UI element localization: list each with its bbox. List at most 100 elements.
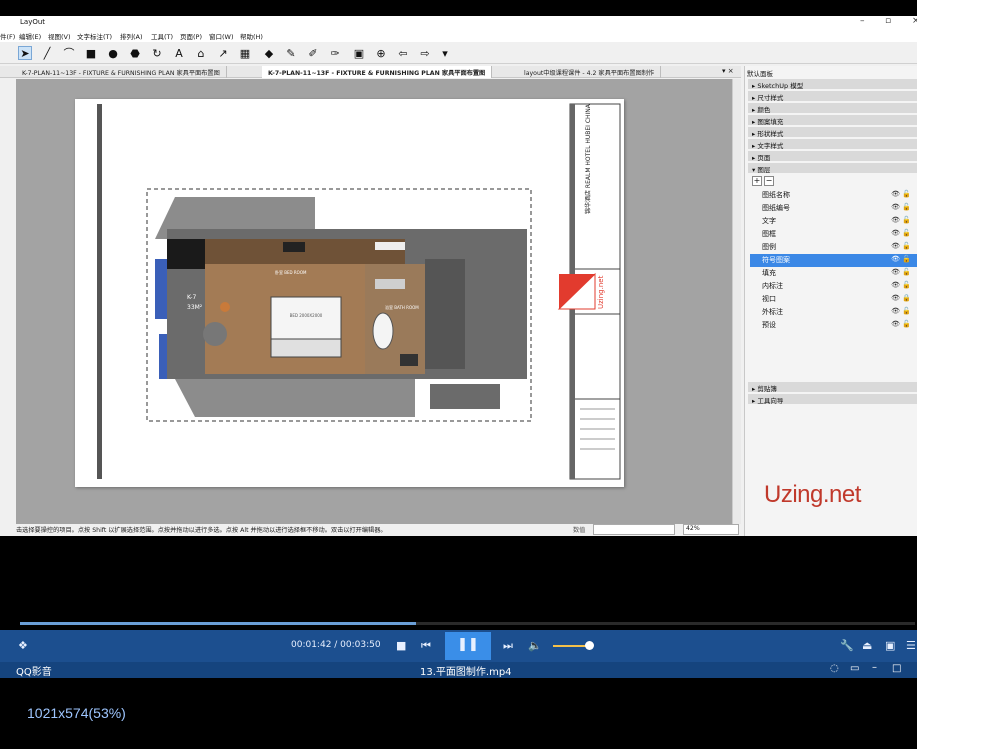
tab-doc-1[interactable]: K-7-PLAN-11~13F - FIXTURE & FURNISHING P… (16, 66, 227, 78)
layer-item[interactable]: 填充 👁 🔓 (750, 267, 917, 280)
visibility-lock-icon: 👁 🔓 (891, 268, 911, 276)
menu-tools[interactable]: 工具(T) (151, 31, 173, 41)
visibility-lock-icon: 👁 🔓 (891, 190, 911, 198)
bathroom-label: 浴室 BATH ROOM (385, 304, 419, 310)
chevron-down-icon[interactable]: ▾ (438, 46, 452, 60)
player-control-bar: ❖ 00:01:42 / 00:03:50 ■ ⏮ ❚❚ ⏭ 🔈 🔧 ⏏ ▣ ☰ (0, 630, 917, 662)
join-icon[interactable]: ✑ (328, 46, 342, 60)
menu-arrange[interactable]: 排列(A) (120, 31, 143, 41)
measure-label: 数值 (573, 527, 586, 534)
layer-item[interactable]: 文字 👁 🔓 (750, 215, 917, 228)
layer-item[interactable]: 图框 👁 🔓 (750, 228, 917, 241)
offset-icon[interactable]: ↻ (150, 46, 164, 60)
wrench-icon[interactable]: 🔧 (840, 639, 854, 652)
menu-help[interactable]: 帮助(H) (240, 31, 263, 41)
time-display: 00:01:42 / 00:03:50 (291, 640, 381, 650)
menu-bar: 件(F) 编辑(E) 视图(V) 文字标注(T) 排列(A) 工具(T) 页面(… (0, 30, 917, 42)
add-layer-button[interactable]: + (752, 176, 762, 186)
close-icon[interactable]: × (912, 16, 917, 26)
next-track-icon[interactable]: ⏭ (503, 639, 513, 653)
volume-slider[interactable] (553, 645, 589, 647)
add-page-icon[interactable]: ⊕ (374, 46, 388, 60)
room-tag: K-7 (187, 294, 196, 301)
menu-edit[interactable]: 编辑(E) (19, 31, 41, 41)
drawing-canvas[interactable]: BED 2000X2000 K-7 33M² 卧室 BED ROOM 浴室 BA… (16, 79, 732, 524)
title-bar: LayOut – ▫ × (0, 16, 917, 30)
section-pages[interactable]: ▸ 页面 (748, 151, 917, 162)
player-brand: QQ影音 (16, 667, 52, 678)
section-pattern-fill[interactable]: ▸ 图案填充 (748, 115, 917, 126)
screen-icon[interactable]: ▭ (850, 663, 859, 674)
zoom-select[interactable]: 42% (683, 524, 739, 535)
layer-item[interactable]: 图纸名称 👁 🔓 (750, 189, 917, 202)
minimize-icon[interactable]: – (860, 16, 865, 26)
section-colors[interactable]: ▸ 颜色 (748, 103, 917, 114)
label-icon[interactable]: ⌂ (194, 46, 208, 60)
tab-doc-3[interactable]: layout中级课程课件 - 4.2 家具平面布置图制作 (518, 66, 662, 78)
eject-icon[interactable]: ⏏ (862, 639, 872, 652)
layer-item[interactable]: 预设 👁 🔓 (750, 319, 917, 332)
minimize-player-icon[interactable]: – (872, 662, 877, 673)
seek-bar-fill (20, 622, 417, 625)
tab-menu-icon[interactable]: ▾ × (722, 67, 734, 75)
section-layers[interactable]: ▾ 图层 (748, 163, 917, 174)
table-icon[interactable]: ▦ (238, 46, 252, 60)
rectangle-icon[interactable]: ■ (84, 46, 98, 60)
section-scrapbooks[interactable]: ▸ 剪贴簿 (748, 382, 917, 393)
menu-icon[interactable]: ☰ (906, 639, 916, 652)
section-instructor[interactable]: ▸ 工具向导 (748, 394, 917, 405)
bed-label: BED 2000X2000 (290, 313, 323, 318)
menu-text[interactable]: 文字标注(T) (77, 31, 112, 41)
menu-window[interactable]: 窗口(W) (209, 31, 234, 41)
presentation-icon[interactable]: ▣ (352, 46, 366, 60)
layer-item-active[interactable]: 符号图案 👁 🔓 (750, 254, 917, 267)
layer-item[interactable]: 图例 👁 🔓 (750, 241, 917, 254)
next-page-icon[interactable]: ⇨ (418, 46, 432, 60)
text-icon[interactable]: A (172, 46, 186, 60)
volume-handle[interactable] (585, 641, 594, 650)
pencil-line-icon[interactable]: ╱ (40, 46, 54, 60)
remove-layer-button[interactable]: − (764, 176, 774, 186)
tray-panel: 默认面板 ▸ SketchUp 模型 ▸ 尺寸样式 ▸ 颜色 ▸ 图案填充 ▸ … (744, 66, 917, 536)
volume-icon[interactable]: 🔈 (528, 639, 542, 652)
polygon-icon[interactable]: ⬣ (128, 46, 142, 60)
circle-icon[interactable]: ● (106, 46, 120, 60)
maximize-icon[interactable]: ▫ (885, 16, 891, 26)
playlist-icon[interactable]: ▣ (885, 639, 895, 652)
status-bar: 击选择要操控的项目。点按 Shift 以扩展选择范围。点按并拖动以进行多选。点按… (0, 524, 741, 536)
layer-item[interactable]: 图纸编号 👁 🔓 (750, 202, 917, 215)
stop-icon[interactable]: ■ (396, 639, 406, 652)
menu-view[interactable]: 视图(V) (48, 31, 71, 41)
layer-item[interactable]: 内标注 👁 🔓 (750, 280, 917, 293)
visibility-lock-icon: 👁 🔓 (891, 216, 911, 224)
effects-icon[interactable]: ❖ (18, 639, 28, 652)
eraser-icon[interactable]: ◆ (262, 46, 276, 60)
split-icon[interactable]: ✐ (306, 46, 320, 60)
paper-sheet: BED 2000X2000 K-7 33M² 卧室 BED ROOM 浴室 BA… (75, 99, 624, 487)
prev-track-icon[interactable]: ⏮ (421, 639, 431, 653)
visibility-lock-icon: 👁 🔓 (891, 307, 911, 315)
app-title: LayOut (20, 18, 46, 26)
select-arrow-icon[interactable]: ➤ (18, 46, 32, 60)
video-player: LayOut – ▫ × 件(F) 编辑(E) 视图(V) 文字标注(T) 排列… (0, 0, 917, 749)
menu-file[interactable]: 件(F) (0, 31, 15, 41)
layer-item[interactable]: 外标注 👁 🔓 (750, 306, 917, 319)
section-shape-style[interactable]: ▸ 形状样式 (748, 127, 917, 138)
fullscreen-icon[interactable]: □ (892, 663, 901, 674)
style-picker-icon[interactable]: ✎ (284, 46, 298, 60)
arc-icon[interactable]: ⌒ (62, 46, 76, 60)
menu-pages[interactable]: 页面(P) (180, 31, 202, 41)
tab-doc-2[interactable]: K-7-PLAN-11~13F - FIXTURE & FURNISHING P… (262, 66, 493, 78)
measure-input[interactable] (593, 524, 675, 535)
pause-button[interactable]: ❚❚ (445, 632, 491, 660)
vertical-scrollbar[interactable] (732, 79, 741, 524)
chat-icon[interactable]: ◌ (830, 663, 839, 674)
layer-item[interactable]: 视口 👁 🔒 (750, 293, 917, 306)
prev-page-icon[interactable]: ⇦ (396, 46, 410, 60)
seek-bar[interactable] (20, 622, 915, 625)
titleblock-hotel: 锦华酒店 REALM HOTEL HUBEI CHINA (584, 103, 592, 214)
dimension-icon[interactable]: ↗ (216, 46, 230, 60)
section-text-style[interactable]: ▸ 文字样式 (748, 139, 917, 150)
section-sketchup-model[interactable]: ▸ SketchUp 模型 (748, 79, 917, 90)
section-dimension-style[interactable]: ▸ 尺寸样式 (748, 91, 917, 102)
